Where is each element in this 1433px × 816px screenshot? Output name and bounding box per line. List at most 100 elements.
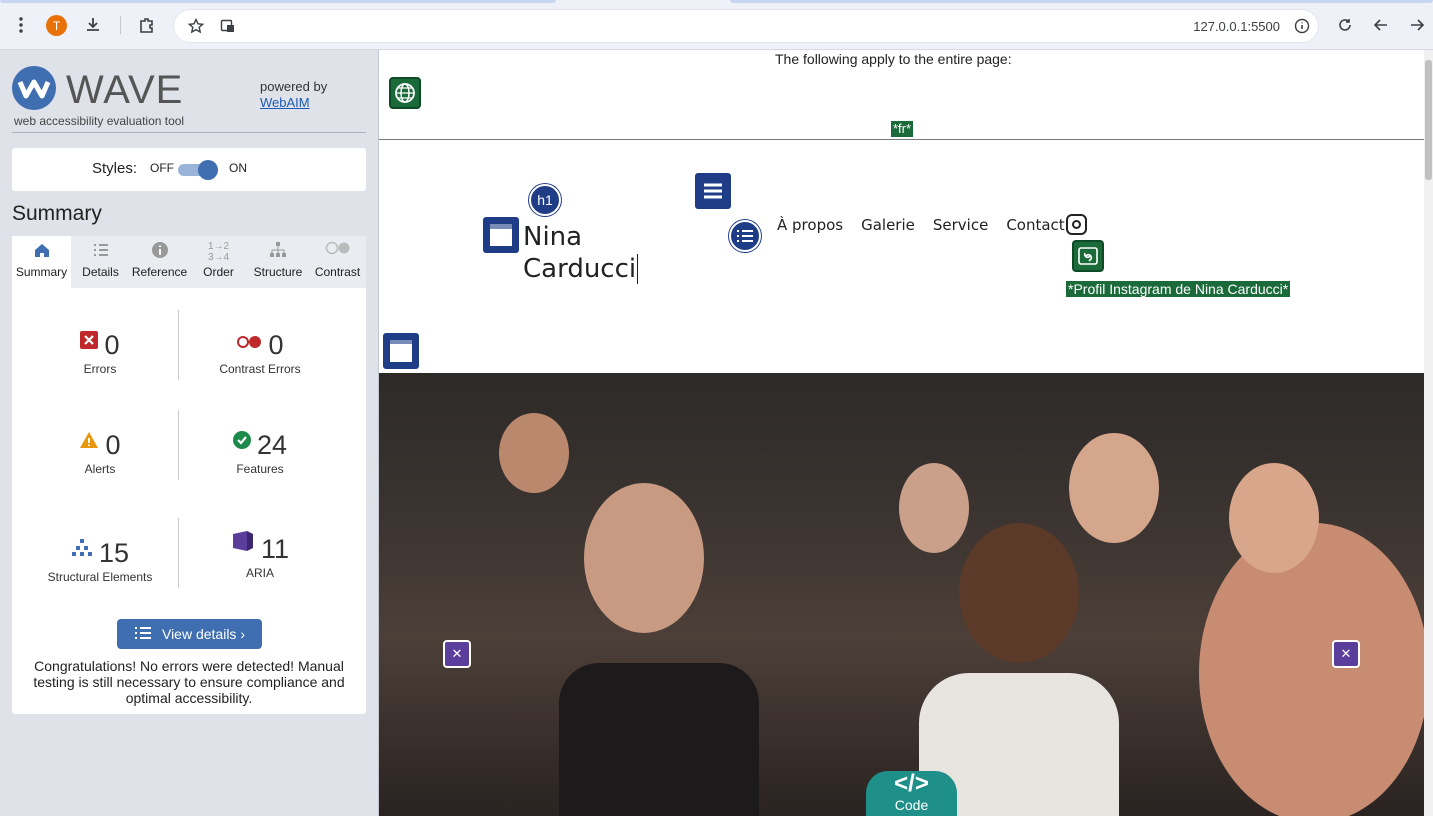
powered-by: powered by WebAIM xyxy=(260,79,327,111)
main-nav: À propos Galerie Service Contact xyxy=(777,216,1065,234)
photo-face xyxy=(1069,433,1159,543)
wave-subtitle: web accessibility evaluation tool xyxy=(14,114,185,128)
feature-check-icon xyxy=(232,425,251,456)
contrast-error-icon xyxy=(236,325,262,356)
structural-label: Structural Elements xyxy=(47,570,153,584)
site-title-line1: Nina xyxy=(523,222,583,252)
site-title: Nina Carducci xyxy=(523,221,639,285)
code-panel-toggle[interactable]: </> Code xyxy=(866,771,957,816)
tab-summary[interactable]: Summary xyxy=(12,236,71,288)
list-structure-icon[interactable] xyxy=(729,220,761,252)
photo-face xyxy=(1229,463,1319,573)
list-icon xyxy=(72,241,129,265)
aria-hidden-icon[interactable]: ✕ xyxy=(1332,640,1360,668)
main-region-icon[interactable] xyxy=(383,333,419,369)
styles-label: Styles: xyxy=(92,160,138,177)
styles-toggle[interactable] xyxy=(178,160,220,180)
toolbar-divider xyxy=(120,16,121,34)
tab-reference[interactable]: Reference xyxy=(129,236,190,288)
aria-label: ARIA xyxy=(245,566,274,580)
stat-aria[interactable]: 11 ARIA xyxy=(180,529,340,580)
menu-kebab-icon[interactable] xyxy=(9,13,33,37)
h1-badge[interactable]: h1 xyxy=(529,184,561,216)
features-label: Features xyxy=(236,462,284,476)
errors-label: Errors xyxy=(83,362,117,376)
photo-face xyxy=(959,523,1079,663)
info-icon xyxy=(129,241,190,265)
errors-count: 0 xyxy=(104,330,120,360)
page-scrollbar[interactable] xyxy=(1424,50,1433,816)
stat-contrast-errors[interactable]: 0 Contrast Errors xyxy=(180,325,340,376)
download-icon[interactable] xyxy=(81,13,105,37)
webaim-link[interactable]: WebAIM xyxy=(260,95,310,110)
tab-label: Details xyxy=(82,265,119,279)
entire-page-divider xyxy=(379,139,1424,140)
stat-alerts[interactable]: 0 Alerts xyxy=(20,425,180,476)
site-title-line2: Carducci xyxy=(523,254,637,284)
address-bar[interactable]: 127.0.0.1:5500 xyxy=(173,9,1319,43)
tab-structure[interactable]: Structure xyxy=(247,236,309,288)
header-region-icon[interactable] xyxy=(483,217,519,253)
photo-face xyxy=(899,463,969,553)
structure-icon xyxy=(247,241,309,265)
site-controls-icon[interactable] xyxy=(216,14,240,38)
contrast-errors-label: Contrast Errors xyxy=(219,362,301,376)
scrollbar-thumb[interactable] xyxy=(1425,60,1432,180)
photo-shirt xyxy=(559,663,759,816)
photo-face xyxy=(1199,523,1424,816)
congrats-message: Congratulations! No errors were detected… xyxy=(33,658,345,706)
powered-by-text: powered by xyxy=(260,79,328,94)
alerts-label: Alerts xyxy=(84,462,116,476)
view-details-label: View details › xyxy=(161,626,245,642)
code-label: Code xyxy=(894,797,929,813)
profile-avatar[interactable]: T xyxy=(46,15,67,36)
evaluated-page: The following apply to the entire page: … xyxy=(379,50,1424,816)
browser-toolbar: T 127.0.0.1:5500 xyxy=(0,0,1433,50)
logo-divider xyxy=(12,132,366,133)
styles-off-label: OFF xyxy=(150,161,174,175)
tab-label: Summary xyxy=(15,265,68,279)
language-globe-icon[interactable] xyxy=(389,77,421,109)
code-symbol: </> xyxy=(894,770,929,797)
site-info-icon[interactable] xyxy=(1290,14,1314,38)
stat-features[interactable]: 24 Features xyxy=(180,425,340,476)
url-text[interactable]: 127.0.0.1:5500 xyxy=(1193,19,1280,34)
nav-link-gallery[interactable]: Galerie xyxy=(861,216,915,234)
reload-icon[interactable] xyxy=(1333,13,1357,37)
view-details-button[interactable]: View details › xyxy=(117,619,262,649)
nav-link-contact[interactable]: Contact xyxy=(1006,216,1064,234)
aria-hidden-icon[interactable]: ✕ xyxy=(443,640,471,668)
styles-toggle-panel: Styles: OFF ON xyxy=(12,148,366,191)
text-cursor xyxy=(637,254,639,284)
wave-sidebar: WAVE web accessibility evaluation tool p… xyxy=(0,50,379,816)
back-arrow-icon[interactable] xyxy=(1369,13,1393,37)
aria-count: 11 xyxy=(260,534,290,564)
tab-label: Structure xyxy=(253,265,303,279)
alert-icon xyxy=(79,425,99,456)
aria-cube-icon xyxy=(231,529,255,560)
wave-logo-icon xyxy=(12,66,56,110)
hero-crowd-image xyxy=(379,373,1424,816)
bookmark-star-icon[interactable] xyxy=(184,14,208,38)
tab-order[interactable]: 1→2 3→4 Order xyxy=(190,236,247,288)
wave-tabs: Summary Details Reference 1→2 3→4 Order S… xyxy=(12,236,366,288)
structural-count: 15 xyxy=(98,538,130,568)
order-icon: 1→2 3→4 xyxy=(207,241,230,263)
linked-image-icon[interactable] xyxy=(1072,240,1104,272)
tab-label: Reference xyxy=(131,265,188,279)
photo-face xyxy=(584,483,704,633)
extensions-icon[interactable] xyxy=(135,13,159,37)
tab-strip-edge xyxy=(730,0,1433,3)
nav-region-icon[interactable] xyxy=(695,173,731,209)
instagram-alt-label: *Profil Instagram de Nina Carducci* xyxy=(1066,281,1291,297)
stat-structural[interactable]: 15 Structural Elements xyxy=(20,533,180,584)
list-icon xyxy=(134,626,152,643)
tab-contrast[interactable]: Contrast xyxy=(309,236,366,288)
stat-errors[interactable]: 0 Errors xyxy=(20,325,180,376)
toggle-knob xyxy=(198,160,218,180)
tab-details[interactable]: Details xyxy=(72,236,129,288)
nav-link-about[interactable]: À propos xyxy=(777,216,843,234)
forward-arrow-icon[interactable] xyxy=(1405,13,1429,37)
instagram-icon[interactable] xyxy=(1066,214,1087,235)
nav-link-service[interactable]: Service xyxy=(933,216,988,234)
